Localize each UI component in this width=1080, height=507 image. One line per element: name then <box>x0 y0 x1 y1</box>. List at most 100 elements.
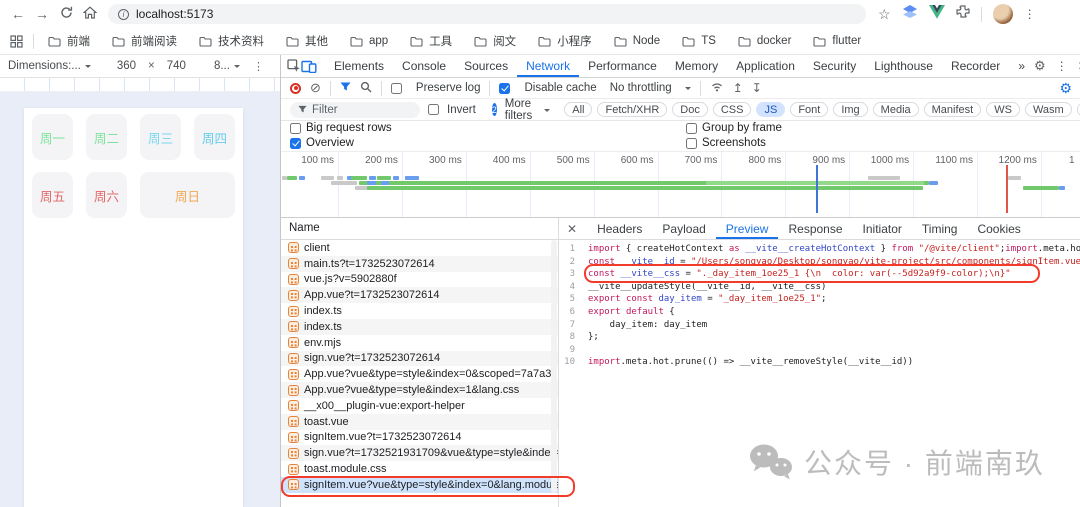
bookmark-folder-4[interactable]: app <box>350 35 388 47</box>
group-by-frame-checkbox[interactable] <box>686 122 697 134</box>
bookmark-star-icon[interactable]: ☆ <box>878 6 891 23</box>
chip-fetchxhr[interactable]: Fetch/XHR <box>597 102 668 117</box>
network-conditions-icon[interactable] <box>710 81 724 95</box>
layers-extension-icon[interactable] <box>902 4 918 24</box>
chrome-menu-icon[interactable]: ⋮ <box>1024 7 1036 21</box>
tab-memory[interactable]: Memory <box>666 55 727 77</box>
devtools-settings-icon[interactable]: ⚙ <box>1034 58 1046 74</box>
chip-media[interactable]: Media <box>872 102 919 117</box>
chip-css[interactable]: CSS <box>712 102 752 117</box>
devtools-menu-icon[interactable]: ⋮ <box>1056 59 1068 73</box>
inspect-element-icon[interactable] <box>287 56 301 76</box>
chip-manifest[interactable]: Manifest <box>923 102 982 117</box>
tab-application[interactable]: Application <box>727 55 804 77</box>
device-toggle-icon[interactable] <box>301 56 317 76</box>
disable-cache-checkbox[interactable] <box>499 82 511 94</box>
home-icon[interactable] <box>78 6 102 22</box>
request-row[interactable]: main.ts?t=1732523072614 <box>281 255 558 272</box>
back-icon[interactable]: ← <box>6 6 30 22</box>
vue-devtools-icon[interactable] <box>928 4 945 24</box>
detail-tab-initiator[interactable]: Initiator <box>853 218 912 239</box>
day-card[interactable]: 周日 <box>140 172 235 218</box>
tab-sources[interactable]: Sources <box>455 55 517 77</box>
close-detail-icon[interactable]: ✕ <box>567 222 577 236</box>
day-card[interactable]: 周六 <box>86 172 127 218</box>
tab-security[interactable]: Security <box>804 55 865 77</box>
chip-ws[interactable]: WS <box>986 102 1020 117</box>
request-row[interactable]: vue.js?v=5902880f <box>281 272 558 288</box>
detail-tab-cookies[interactable]: Cookies <box>967 218 1030 239</box>
more-filters-button[interactable]: More filters <box>505 98 532 122</box>
tab-lighthouse[interactable]: Lighthouse <box>865 55 942 77</box>
screenshots-checkbox[interactable] <box>686 137 697 149</box>
bookmark-folder-3[interactable]: 其他 <box>286 33 328 49</box>
request-list-scrollbar[interactable] <box>551 240 557 493</box>
export-har-icon[interactable]: ↧ <box>752 81 762 95</box>
request-row[interactable]: App.vue?vue&type=style&index=1&lang.css <box>281 382 558 398</box>
request-row[interactable]: client <box>281 240 558 256</box>
day-card[interactable]: 周一 <box>32 114 73 160</box>
detail-tab-timing[interactable]: Timing <box>912 218 968 239</box>
request-row[interactable]: __x00__plugin-vue:export-helper <box>281 398 558 414</box>
name-column-header[interactable]: Name <box>289 222 320 234</box>
chip-js[interactable]: JS <box>756 102 786 117</box>
request-row[interactable]: toast.vue <box>281 413 558 430</box>
device-toolbar-menu-icon[interactable]: ⋮ <box>253 60 264 73</box>
bookmark-folder-10[interactable]: docker <box>738 35 791 47</box>
bookmark-folder-7[interactable]: 小程序 <box>538 33 592 49</box>
invert-checkbox[interactable] <box>428 104 439 115</box>
day-card[interactable]: 周五 <box>32 172 73 218</box>
bookmark-folder-6[interactable]: 阅文 <box>474 33 516 49</box>
request-row[interactable]: signItem.vue?t=1732523072614 <box>281 430 558 446</box>
preserve-log-checkbox[interactable] <box>390 82 402 94</box>
overview-checkbox[interactable] <box>290 137 301 149</box>
day-card[interactable]: 周四 <box>194 114 235 160</box>
request-row[interactable]: sign.vue?t=1732523072614 <box>281 350 558 367</box>
request-row[interactable]: App.vue?t=1732523072614 <box>281 287 558 304</box>
detail-tab-payload[interactable]: Payload <box>652 218 715 239</box>
request-row[interactable]: App.vue?vue&type=style&index=0&scoped=7a… <box>281 366 558 382</box>
more-tabs-button[interactable]: » <box>1009 55 1034 77</box>
detail-tab-headers[interactable]: Headers <box>587 218 652 239</box>
bookmark-folder-1[interactable]: 前端阅读 <box>112 33 177 49</box>
chip-wasm[interactable]: Wasm <box>1024 102 1072 117</box>
tab-elements[interactable]: Elements <box>325 55 393 77</box>
bookmark-folder-5[interactable]: 工具 <box>410 33 452 49</box>
bookmark-folder-11[interactable]: flutter <box>813 35 861 47</box>
chip-img[interactable]: Img <box>833 102 868 117</box>
request-row[interactable]: toast.module.css <box>281 461 558 477</box>
address-bar[interactable]: i localhost:5173 <box>108 4 866 24</box>
request-row[interactable]: sign.vue?t=1732521931709&vue&type=style&… <box>281 445 558 462</box>
filter-input[interactable] <box>312 103 412 116</box>
record-network-log-icon[interactable] <box>290 82 301 94</box>
big-request-rows-checkbox[interactable] <box>290 122 301 134</box>
profile-avatar[interactable] <box>992 4 1013 24</box>
search-icon[interactable] <box>360 81 372 96</box>
detail-tab-preview[interactable]: Preview <box>716 218 779 239</box>
site-info-icon[interactable]: i <box>118 8 129 20</box>
import-har-icon[interactable]: ↥ <box>733 81 743 95</box>
request-row[interactable]: index.ts <box>281 318 558 335</box>
forward-icon[interactable]: → <box>30 6 54 22</box>
tab-performance[interactable]: Performance <box>579 55 666 77</box>
apps-grid-icon[interactable] <box>10 34 23 48</box>
tab-recorder[interactable]: Recorder <box>942 55 1009 77</box>
chip-all[interactable]: All <box>564 102 593 117</box>
request-row[interactable]: env.mjs <box>281 335 558 351</box>
extensions-puzzle-icon[interactable] <box>955 4 970 24</box>
device-height-field[interactable]: 740 <box>167 60 186 72</box>
dimensions-select[interactable]: Dimensions:... <box>8 60 81 72</box>
clear-network-log-icon[interactable]: ⊘ <box>310 80 321 96</box>
detail-tab-response[interactable]: Response <box>778 218 852 239</box>
chip-doc[interactable]: Doc <box>672 102 708 117</box>
bookmark-folder-0[interactable]: 前端 <box>48 33 90 49</box>
network-overview-timeline[interactable]: 100 ms 200 ms 300 ms 400 ms 500 ms 600 ms 700 … <box>281 152 1080 218</box>
reload-icon[interactable] <box>54 6 78 22</box>
bookmark-folder-8[interactable]: Node <box>614 35 660 47</box>
filter-toggle-icon[interactable] <box>340 82 351 95</box>
tab-network[interactable]: Network <box>517 55 579 77</box>
bookmark-folder-2[interactable]: 技术资料 <box>199 33 264 49</box>
device-zoom-select[interactable]: 8... <box>214 60 230 72</box>
request-row[interactable]: index.ts <box>281 303 558 319</box>
tab-console[interactable]: Console <box>393 55 455 77</box>
